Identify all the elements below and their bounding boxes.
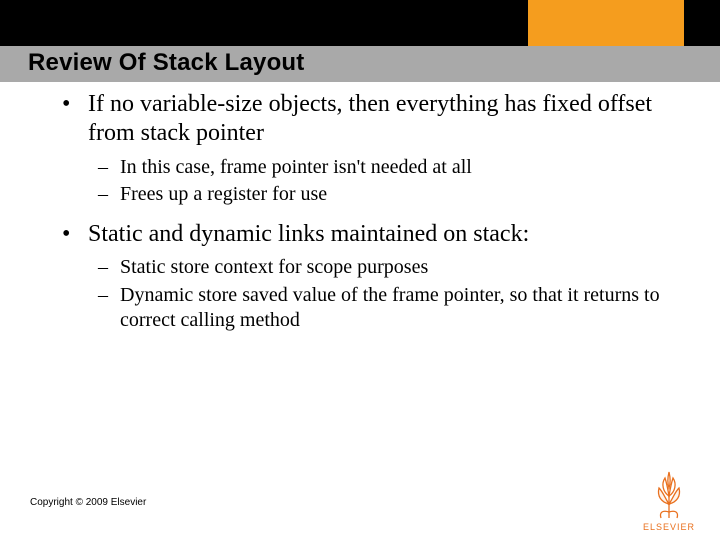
bullet-sub-group: – Static store context for scope purpose… <box>98 255 678 334</box>
bullet-sub-group: – In this case, frame pointer isn't need… <box>98 155 678 208</box>
elsevier-tree-icon <box>643 468 695 520</box>
bullet-text: If no variable-size objects, then everyt… <box>88 90 678 149</box>
bullet-dash-icon: – <box>98 283 120 309</box>
bullet-level-2: – In this case, frame pointer isn't need… <box>98 155 678 181</box>
bullet-dash-icon: – <box>98 155 120 181</box>
bullet-dash-icon: – <box>98 182 120 208</box>
bullet-text: Frees up a register for use <box>120 182 678 208</box>
title-bar: Review Of Stack Layout <box>0 46 720 82</box>
bullet-dot-icon: • <box>58 220 88 249</box>
bullet-text: In this case, frame pointer isn't needed… <box>120 155 678 181</box>
bullet-level-2: – Dynamic store saved value of the frame… <box>98 283 678 334</box>
publisher-logo: ELSEVIER <box>636 468 702 532</box>
bullet-text: Dynamic store saved value of the frame p… <box>120 283 678 334</box>
bullet-level-2: – Frees up a register for use <box>98 182 678 208</box>
bullet-dash-icon: – <box>98 255 120 281</box>
copyright-text: Copyright © 2009 Elsevier <box>30 497 146 508</box>
accent-orange-box <box>528 0 684 46</box>
bullet-level-1: • If no variable-size objects, then ever… <box>58 90 678 149</box>
bullet-dot-icon: • <box>58 90 88 119</box>
bullet-text: Static and dynamic links maintained on s… <box>88 220 678 249</box>
bullet-level-1: • Static and dynamic links maintained on… <box>58 220 678 249</box>
bullet-text: Static store context for scope purposes <box>120 255 678 281</box>
slide-body: • If no variable-size objects, then ever… <box>58 90 678 346</box>
slide-title: Review Of Stack Layout <box>28 49 305 77</box>
bullet-level-2: – Static store context for scope purpose… <box>98 255 678 281</box>
publisher-logo-text: ELSEVIER <box>636 522 702 532</box>
